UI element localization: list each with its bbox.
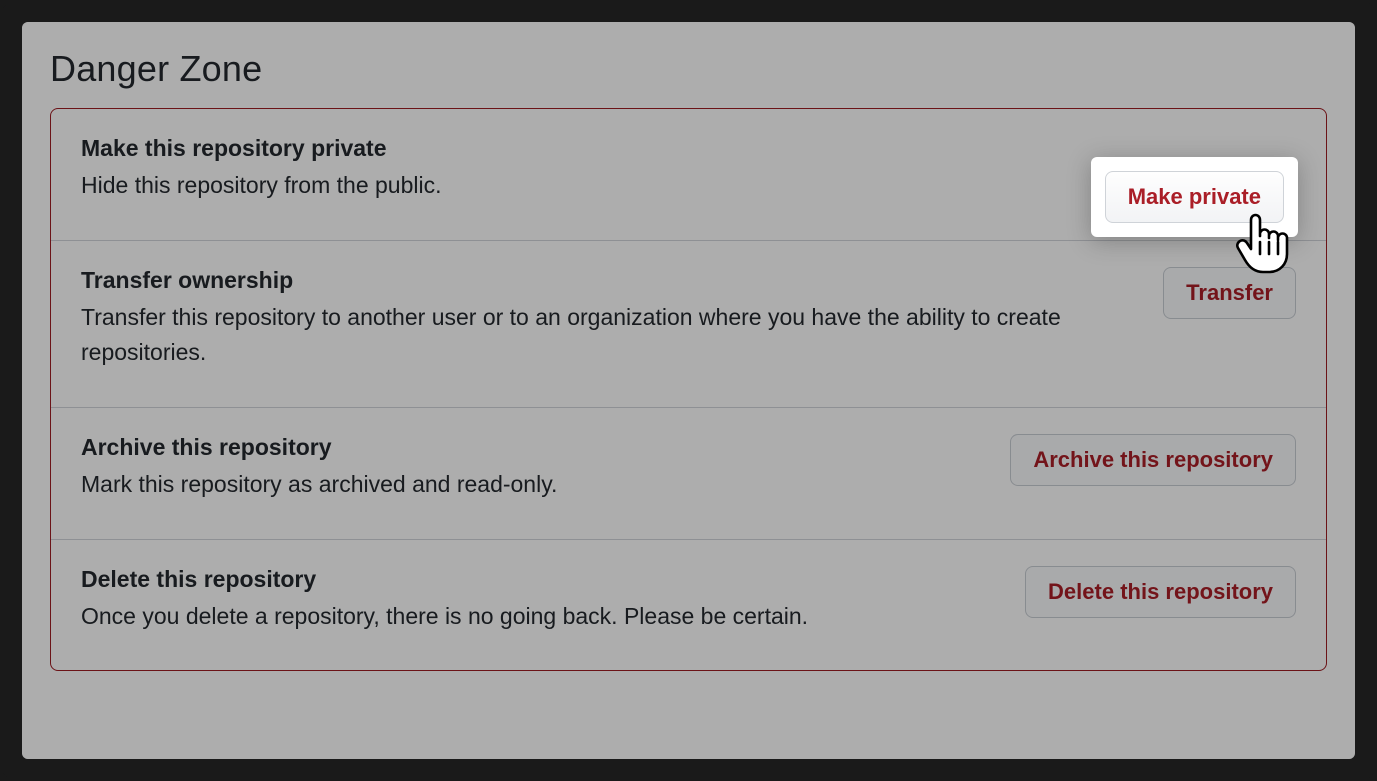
archive-button[interactable]: Archive this repository [1010,434,1296,486]
danger-zone-title: Danger Zone [50,48,1327,90]
danger-zone-panel: Danger Zone Make this repository private… [22,22,1355,759]
danger-row-text: Make this repository private Hide this r… [81,135,1093,204]
danger-row-transfer: Transfer ownership Transfer this reposit… [51,241,1326,408]
danger-row-title: Delete this repository [81,566,1001,593]
danger-row-title: Make this repository private [81,135,1093,162]
danger-row-archive: Archive this repository Mark this reposi… [51,408,1326,540]
danger-row-title: Transfer ownership [81,267,1139,294]
danger-row-description: Once you delete a repository, there is n… [81,599,1001,635]
make-private-button[interactable]: Make private [1105,171,1284,223]
delete-button[interactable]: Delete this repository [1025,566,1296,618]
danger-row-description: Transfer this repository to another user… [81,300,1139,371]
danger-row-description: Mark this repository as archived and rea… [81,467,986,503]
danger-row-text: Archive this repository Mark this reposi… [81,434,986,503]
highlight-callout: Make private [1091,157,1298,237]
danger-row-text: Transfer ownership Transfer this reposit… [81,267,1139,371]
danger-row-text: Delete this repository Once you delete a… [81,566,1001,635]
transfer-button[interactable]: Transfer [1163,267,1296,319]
window-frame: Danger Zone Make this repository private… [0,0,1377,781]
danger-row-title: Archive this repository [81,434,986,461]
danger-row-delete: Delete this repository Once you delete a… [51,540,1326,671]
danger-row-description: Hide this repository from the public. [81,168,1093,204]
